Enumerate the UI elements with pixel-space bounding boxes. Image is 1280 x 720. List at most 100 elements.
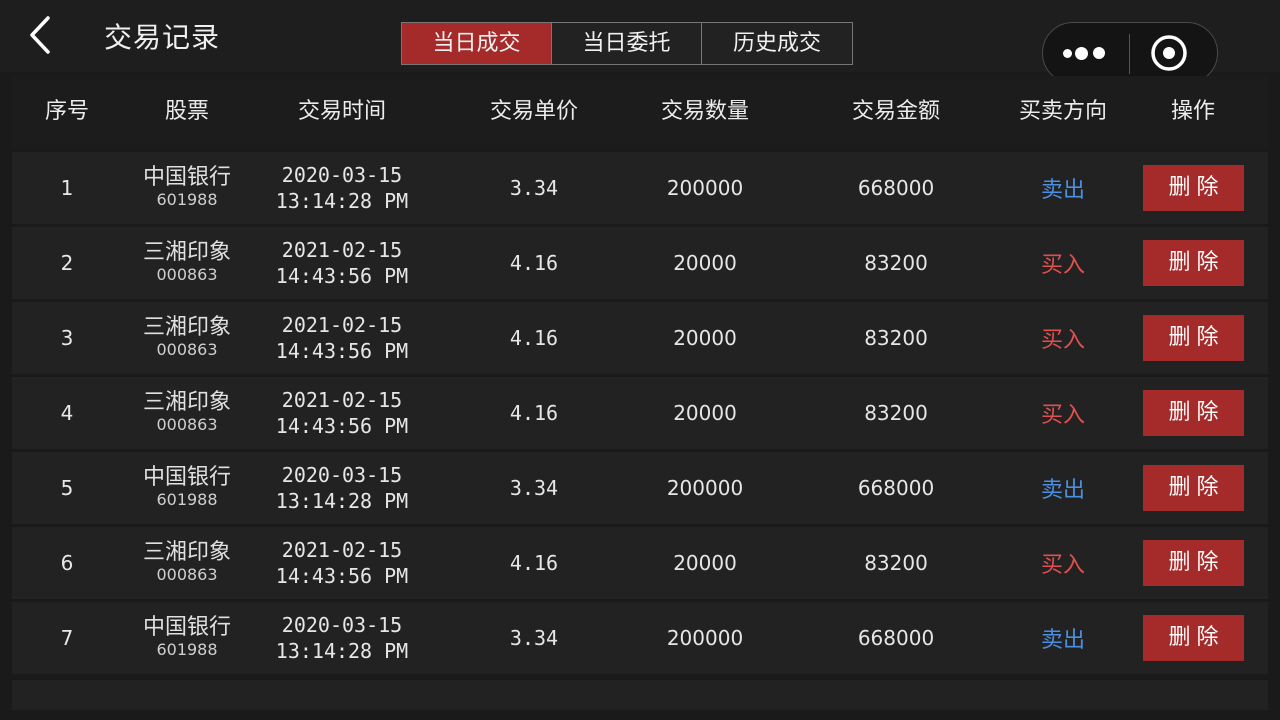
row-number: 6 xyxy=(60,551,74,575)
trade-clock: 14:43:56 PM xyxy=(275,339,409,363)
trade-date: 2021-02-15 xyxy=(281,538,403,562)
trade-quantity: 20000 xyxy=(673,551,737,575)
delete-button[interactable]: 删除 xyxy=(1143,165,1244,211)
delete-button[interactable]: 删除 xyxy=(1143,615,1244,661)
trade-date: 2021-02-15 xyxy=(281,313,403,337)
trade-table: 序号 股票 交易时间 交易单价 交易数量 交易金额 买卖方向 操作 1 中国银行 601988 20… xyxy=(12,76,1268,716)
stock-cell: 中国银行 601988 xyxy=(143,452,231,524)
trade-price: 3.34 xyxy=(509,476,559,500)
table-row: 7 中国银行 601988 2020-03-15 13:14:28 PM 3.34 2000… xyxy=(12,602,1268,674)
more-button[interactable] xyxy=(1043,23,1129,83)
trade-direction: 买入 xyxy=(1040,553,1086,578)
table-row: 4 三湘印象 000863 2021-02-15 14:43:56 PM 4.16 2000… xyxy=(12,377,1268,449)
trade-direction: 买入 xyxy=(1040,328,1086,353)
trade-amount: 83200 xyxy=(864,401,928,425)
trade-clock: 13:14:28 PM xyxy=(275,189,409,213)
trade-clock: 14:43:56 PM xyxy=(275,264,409,288)
stock-code: 601988 xyxy=(156,490,218,509)
trade-quantity: 20000 xyxy=(673,251,737,275)
capsule-divider xyxy=(1129,34,1130,74)
table-header: 序号 股票 交易时间 交易单价 交易数量 交易金额 买卖方向 操作 xyxy=(12,76,1268,148)
trade-date: 2020-03-15 xyxy=(281,163,403,187)
trade-quantity: 200000 xyxy=(666,626,744,650)
trade-clock: 13:14:28 PM xyxy=(275,639,409,663)
delete-button[interactable]: 删除 xyxy=(1143,540,1244,586)
stock-name: 三湘印象 xyxy=(142,540,232,565)
table-row: 2 三湘印象 000863 2021-02-15 14:43:56 PM 4.16 2000… xyxy=(12,227,1268,299)
stock-name: 中国银行 xyxy=(142,465,232,490)
table-row: 5 中国银行 601988 2020-03-15 13:14:28 PM 3.34 2000… xyxy=(12,452,1268,524)
trade-direction: 卖出 xyxy=(1040,178,1086,203)
trade-date: 2020-03-15 xyxy=(281,613,403,637)
trade-quantity: 20000 xyxy=(673,401,737,425)
delete-button[interactable]: 删除 xyxy=(1143,390,1244,436)
stock-cell: 中国银行 601988 xyxy=(143,152,231,224)
row-number: 3 xyxy=(60,326,74,350)
tab-bar: 当日成交 当日委托 历史成交 xyxy=(401,22,853,65)
stock-name: 三湘印象 xyxy=(142,390,232,415)
trade-price: 3.34 xyxy=(509,626,559,650)
delete-button[interactable]: 删除 xyxy=(1143,240,1244,286)
tab-today-deals[interactable]: 当日成交 xyxy=(402,23,552,64)
stock-name: 三湘印象 xyxy=(142,315,232,340)
trade-time-cell: 2021-02-15 14:43:56 PM xyxy=(276,302,408,374)
tab-history-deals[interactable]: 历史成交 xyxy=(702,23,852,64)
delete-button[interactable]: 删除 xyxy=(1143,465,1244,511)
page-title: 交易记录 xyxy=(104,21,221,54)
stock-cell: 三湘印象 000863 xyxy=(143,302,231,374)
chevron-left-icon xyxy=(30,16,50,54)
trade-direction: 买入 xyxy=(1040,253,1086,278)
trade-quantity: 200000 xyxy=(666,476,744,500)
col-header-action: 操作 xyxy=(1170,99,1216,124)
trade-date: 2021-02-15 xyxy=(281,388,403,412)
close-mini-program-button[interactable] xyxy=(1131,23,1217,83)
col-header-amount: 交易金额 xyxy=(851,99,941,124)
stock-name: 三湘印象 xyxy=(142,240,232,265)
table-row: 3 三湘印象 000863 2021-02-15 14:43:56 PM 4.16 2000… xyxy=(12,302,1268,374)
table-row: 1 中国银行 601988 2020-03-15 13:14:28 PM 3.34 2000… xyxy=(12,152,1268,224)
trade-amount: 83200 xyxy=(864,551,928,575)
stock-code: 000863 xyxy=(156,340,218,359)
trade-direction: 卖出 xyxy=(1040,478,1086,503)
tab-today-orders[interactable]: 当日委托 xyxy=(552,23,702,64)
col-header-direction: 买卖方向 xyxy=(1018,99,1108,124)
mini-program-capsule xyxy=(1042,22,1218,84)
trade-clock: 14:43:56 PM xyxy=(275,564,409,588)
col-header-qty: 交易数量 xyxy=(660,99,750,124)
trade-amount: 83200 xyxy=(864,326,928,350)
table-footer-strip xyxy=(12,680,1268,710)
trade-date: 2020-03-15 xyxy=(281,463,403,487)
trade-amount: 668000 xyxy=(857,626,935,650)
trade-time-cell: 2021-02-15 14:43:56 PM xyxy=(276,227,408,299)
target-circle-icon xyxy=(1151,35,1187,71)
trade-amount: 668000 xyxy=(857,176,935,200)
trade-time-cell: 2020-03-15 13:14:28 PM xyxy=(276,152,408,224)
trade-time-cell: 2020-03-15 13:14:28 PM xyxy=(276,452,408,524)
col-header-stock: 股票 xyxy=(164,99,210,124)
table-row: 6 三湘印象 000863 2021-02-15 14:43:56 PM 4.16 2000… xyxy=(12,527,1268,599)
stock-cell: 中国银行 601988 xyxy=(143,602,231,674)
trade-quantity: 20000 xyxy=(673,326,737,350)
col-header-no: 序号 xyxy=(44,99,90,124)
delete-button[interactable]: 删除 xyxy=(1143,315,1244,361)
more-dots-icon xyxy=(1063,49,1072,58)
trade-price: 3.34 xyxy=(509,176,559,200)
top-bar: 交易记录 当日成交 当日委托 历史成交 xyxy=(0,0,1280,84)
trade-time-cell: 2021-02-15 14:43:56 PM xyxy=(276,377,408,449)
row-number: 5 xyxy=(60,476,74,500)
trade-amount: 668000 xyxy=(857,476,935,500)
trade-time-cell: 2020-03-15 13:14:28 PM xyxy=(276,602,408,674)
stock-cell: 三湘印象 000863 xyxy=(143,377,231,449)
stock-cell: 三湘印象 000863 xyxy=(143,527,231,599)
row-number: 1 xyxy=(60,176,74,200)
row-number: 4 xyxy=(60,401,74,425)
trade-direction: 卖出 xyxy=(1040,628,1086,653)
trade-quantity: 200000 xyxy=(666,176,744,200)
trade-price: 4.16 xyxy=(509,551,559,575)
back-button[interactable] xyxy=(22,12,62,58)
stock-cell: 三湘印象 000863 xyxy=(143,227,231,299)
stock-code: 000863 xyxy=(156,415,218,434)
stock-name: 中国银行 xyxy=(142,165,232,190)
row-number: 7 xyxy=(60,626,74,650)
stock-code: 000863 xyxy=(156,265,218,284)
